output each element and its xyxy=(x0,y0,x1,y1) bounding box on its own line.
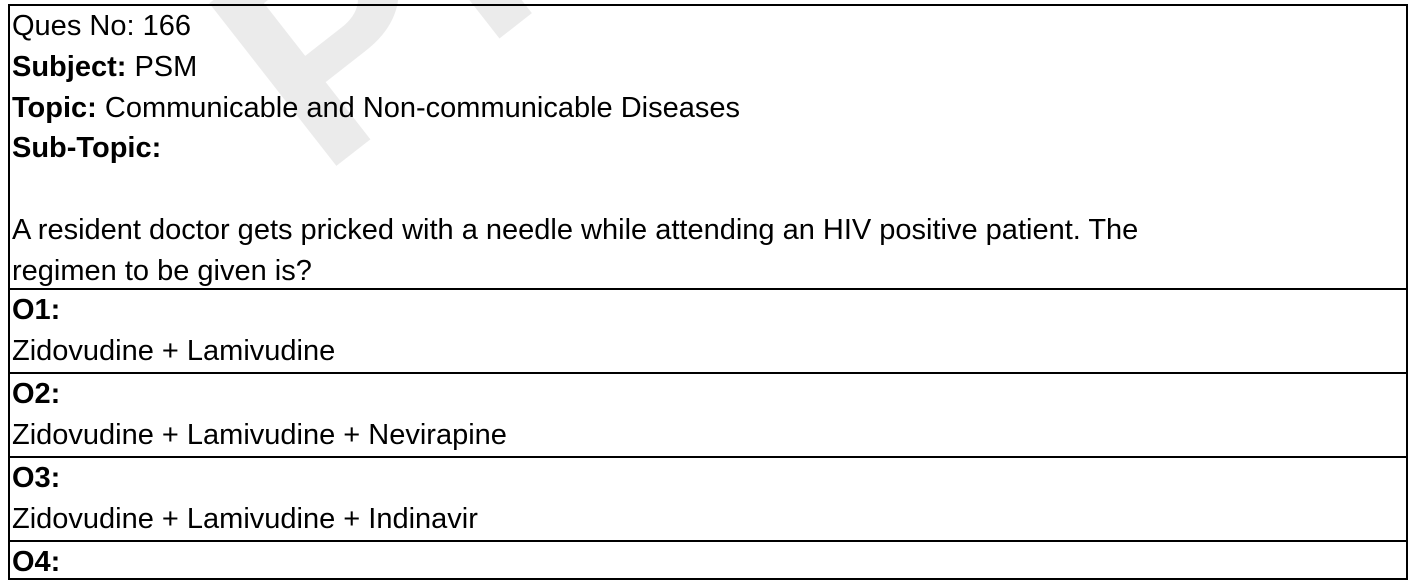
topic-value: Communicable and Non-communicable Diseas… xyxy=(104,91,740,124)
option-1: O1: Zidovudine + Lamivudine xyxy=(10,290,1406,374)
option-1-label: O1: xyxy=(12,294,61,326)
subject-line: Subject: PSM xyxy=(12,47,1406,88)
subtopic-label: Sub-Topic: xyxy=(12,132,162,165)
question-number: 166 xyxy=(142,10,191,42)
topic-line: Topic: Communicable and Non-communicable… xyxy=(12,88,1406,129)
question-sheet: Ques No: 166 Subject: PSM Topic: Communi… xyxy=(8,4,1408,580)
topic-label: Topic: xyxy=(12,91,97,124)
subtopic-line: Sub-Topic: xyxy=(12,128,1406,169)
option-4: O4: xyxy=(10,542,1406,582)
option-2-label: O2: xyxy=(12,378,61,410)
option-3: O3: Zidovudine + Lamivudine + Indinavir xyxy=(10,458,1406,542)
question-text-line-2: regimen to be given is? xyxy=(12,254,312,287)
option-2: O2: Zidovudine + Lamivudine + Nevirapine xyxy=(10,374,1406,458)
header-spacer xyxy=(12,169,1406,210)
question-number-label: Ques No: xyxy=(12,10,135,42)
option-3-label: O3: xyxy=(12,462,61,494)
option-2-text: Zidovudine + Lamivudine + Nevirapine xyxy=(12,418,507,451)
option-4-label: O4: xyxy=(12,546,61,578)
subject-value: PSM xyxy=(134,50,198,83)
question-number-line: Ques No: 166 xyxy=(12,6,1406,47)
option-1-text: Zidovudine + Lamivudine xyxy=(12,334,336,367)
option-3-text: Zidovudine + Lamivudine + Indinavir xyxy=(12,502,478,535)
subject-label: Subject: xyxy=(12,50,127,83)
question-header: Ques No: 166 Subject: PSM Topic: Communi… xyxy=(10,6,1406,290)
question-text-line-1: A resident doctor gets pricked with a ne… xyxy=(12,213,1139,246)
